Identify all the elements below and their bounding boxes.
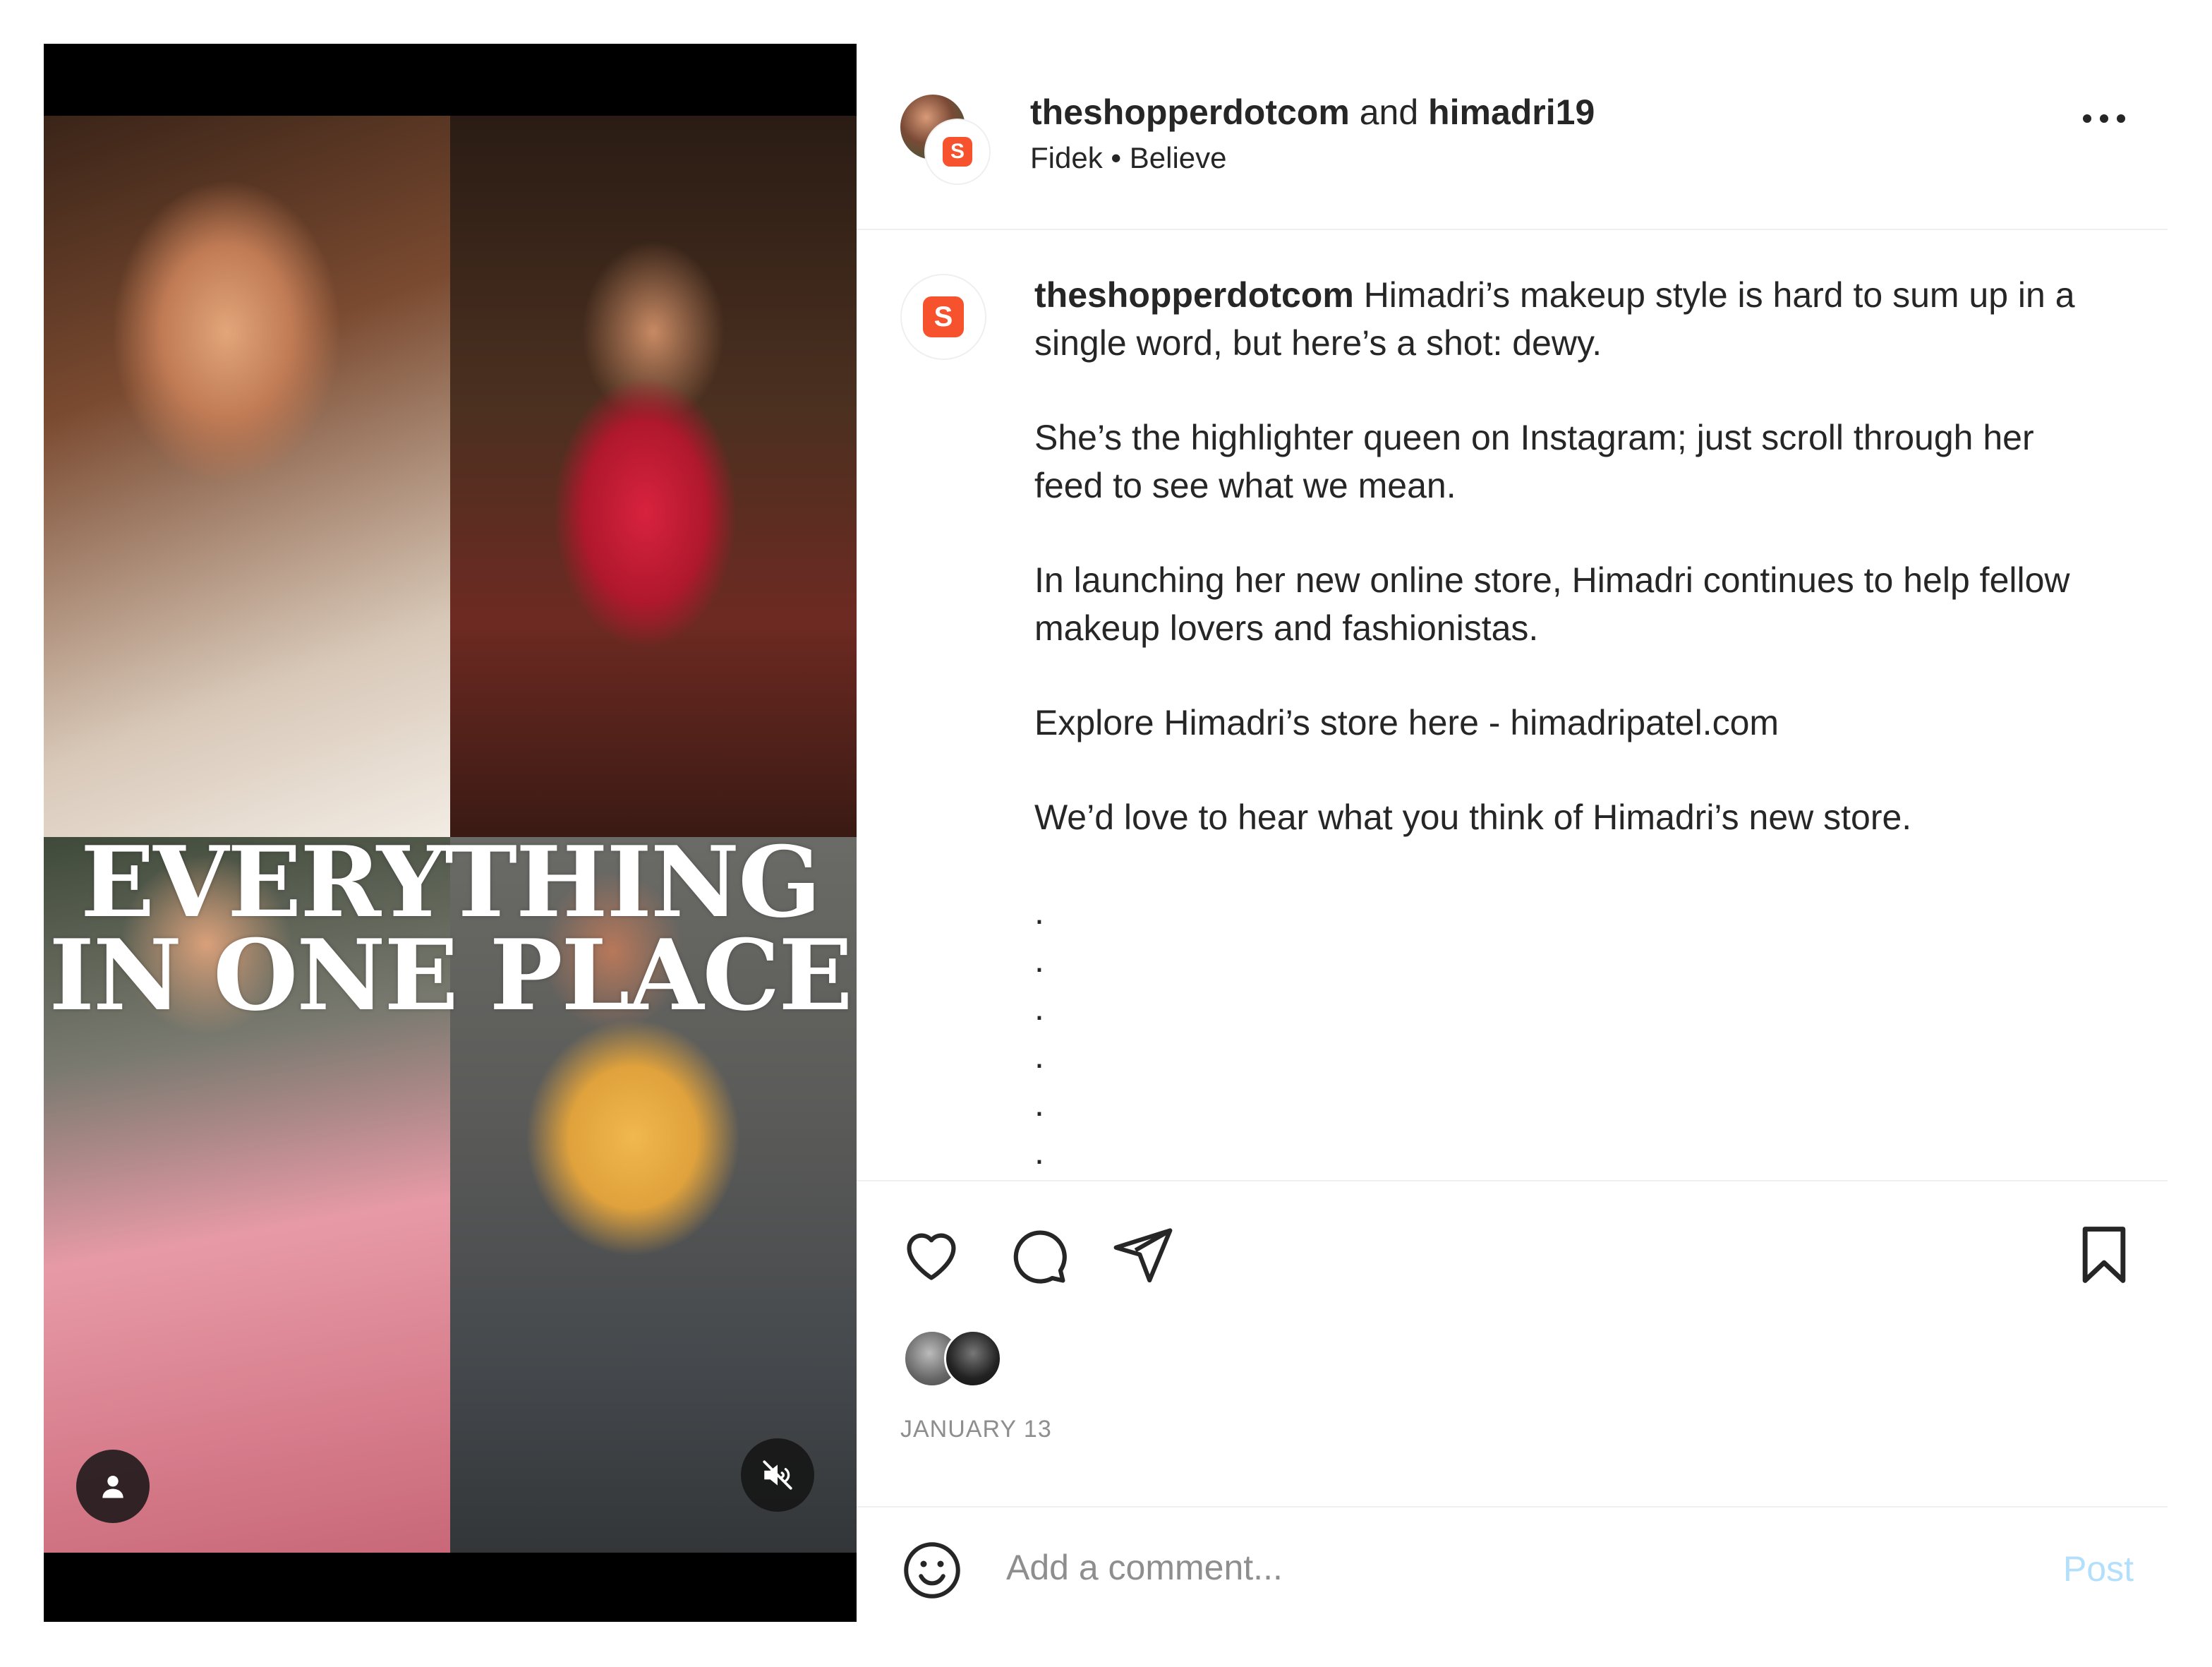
username-link[interactable]: himadri19	[1428, 92, 1595, 132]
more-horizontal-icon	[2083, 114, 2091, 123]
caption-username-link[interactable]: theshopperdotcom	[1034, 275, 1354, 315]
bookmark-icon[interactable]	[2072, 1222, 2137, 1287]
add-comment-bar: Post	[857, 1506, 2168, 1623]
comments-scroll-area[interactable]: S theshopperdotcom Himadri’s makeup styl…	[857, 229, 2168, 1180]
username-link[interactable]: theshopperdotcom	[1030, 92, 1350, 132]
caption-paragraph: Explore Himadri’s store here - himadripa…	[1034, 703, 1779, 742]
caption-paragraph: In launching her new online store, Himad…	[1034, 560, 2070, 648]
shopper-logo-icon: S	[923, 296, 964, 337]
speaker-muted-icon	[763, 1460, 792, 1490]
post-date[interactable]: JANUARY 13	[900, 1416, 1052, 1443]
overlay-title-line1: EVERYTHING	[80, 824, 821, 939]
shopper-logo-icon: S	[943, 137, 972, 167]
user-icon	[102, 1475, 123, 1498]
heart-icon[interactable]	[899, 1222, 964, 1287]
liked-by-avatars[interactable]	[903, 1330, 1009, 1388]
post-actions: JANUARY 13	[857, 1180, 2168, 1507]
collab-usernames: theshopperdotcom and himadri19	[1030, 92, 1595, 133]
post-media[interactable]: EVERYTHING IN ONE PLACE	[44, 44, 857, 1622]
audio-artist-link[interactable]: Fidek	[1030, 141, 1103, 174]
caption-avatar[interactable]: S	[900, 274, 986, 360]
collab-joiner: and	[1359, 92, 1419, 132]
post-comment-button[interactable]: Post	[2063, 1548, 2134, 1589]
post-header: S theshopperdotcom and himadri19 Fidek •…	[857, 44, 2168, 230]
collab-avatars[interactable]: S	[900, 95, 992, 186]
avatar[interactable]	[944, 1330, 1002, 1388]
overlay-title-line2: IN ONE PLACE	[49, 917, 852, 1033]
comment-input[interactable]	[1006, 1536, 1994, 1599]
brand-avatar[interactable]: S	[924, 119, 991, 185]
more-options-button[interactable]	[2083, 114, 2125, 123]
photo-collage: EVERYTHING IN ONE PLACE	[44, 116, 857, 1553]
audio-separator: •	[1111, 141, 1122, 174]
emoji-icon[interactable]	[900, 1539, 964, 1602]
caption-paragraph: theshopperdotcom Himadri’s makeup style …	[1034, 275, 2075, 363]
caption-dots: . . . . . .	[1034, 892, 1044, 1172]
audio-info: Fidek • Believe	[1030, 141, 1227, 175]
paper-plane-icon[interactable]	[1111, 1222, 1175, 1287]
tagged-people-button[interactable]	[76, 1450, 150, 1523]
mute-toggle-button[interactable]	[741, 1438, 814, 1512]
post-details-panel: S theshopperdotcom and himadri19 Fidek •…	[857, 44, 2168, 1622]
caption-paragraph: We’d love to hear what you think of Hima…	[1034, 798, 1912, 837]
caption-paragraph: She’s the highlighter queen on Instagram…	[1034, 418, 2034, 505]
collage-photo-top-left	[44, 116, 450, 837]
audio-track-link[interactable]: Believe	[1130, 141, 1227, 174]
post-caption: theshopperdotcom Himadri’s makeup style …	[1034, 271, 2107, 1176]
comment-icon[interactable]	[1005, 1222, 1070, 1287]
collage-photo-top-right	[450, 116, 857, 837]
